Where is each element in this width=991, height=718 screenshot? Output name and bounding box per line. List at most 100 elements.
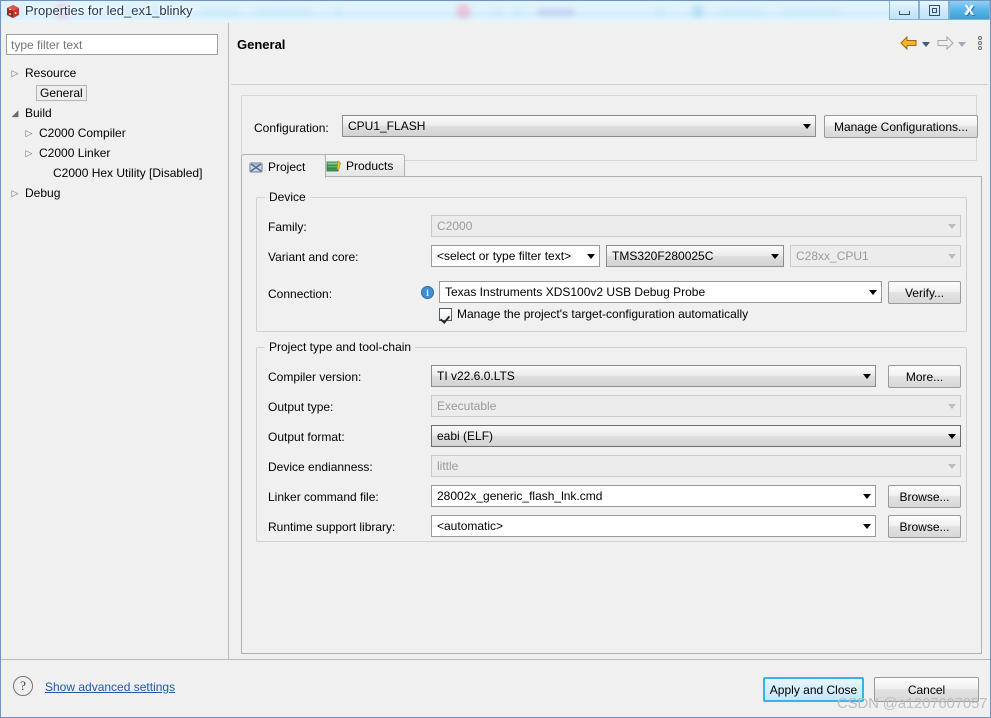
sidebar-item-label: Build bbox=[25, 106, 52, 120]
close-button[interactable]: X bbox=[949, 1, 990, 20]
page-title: General bbox=[237, 37, 286, 52]
tree-twisty-icon[interactable]: ▷ bbox=[22, 128, 36, 139]
manage-target-config-checkbox-row[interactable]: Manage the project's target-configuratio… bbox=[439, 307, 748, 321]
runtime-support-library-label: Runtime support library: bbox=[268, 520, 396, 534]
tab-project[interactable]: Project bbox=[241, 154, 326, 178]
variant-filter-value: <select or type filter text> bbox=[437, 249, 572, 263]
sidebar-item-label: General bbox=[36, 85, 87, 101]
linker-command-file-browse-button[interactable]: Browse... bbox=[888, 485, 961, 508]
sidebar-item-debug[interactable]: ▷ Debug bbox=[2, 183, 228, 203]
compiler-version-combo[interactable]: TI v22.6.0.LTS bbox=[431, 365, 876, 387]
tree-twisty-icon[interactable]: ▷ bbox=[8, 188, 22, 199]
chevron-down-icon bbox=[798, 124, 815, 129]
minimize-icon bbox=[898, 10, 910, 15]
sidebar-item-label: C2000 Compiler bbox=[39, 126, 126, 140]
back-history-caret-icon[interactable] bbox=[922, 41, 930, 47]
output-format-label: Output format: bbox=[268, 430, 345, 444]
sidebar-item-label: Debug bbox=[25, 186, 61, 200]
sidebar-item-label: C2000 Hex Utility [Disabled] bbox=[53, 166, 203, 180]
watermark: CSDN @a1207607057 bbox=[837, 695, 988, 712]
sidebar-item-c2000-compiler[interactable]: ▷ C2000 Compiler bbox=[2, 123, 228, 143]
tab-products-label: Products bbox=[346, 159, 394, 173]
tree-twisty-icon[interactable]: ▷ bbox=[8, 68, 22, 79]
variant-combo[interactable]: TMS320F280025C bbox=[606, 245, 784, 267]
variant-and-core-label: Variant and core: bbox=[268, 250, 359, 264]
output-type-label: Output type: bbox=[268, 400, 334, 414]
verify-button[interactable]: Verify... bbox=[888, 281, 961, 304]
device-group: Device Family: C2000 Variant and core: <… bbox=[256, 190, 967, 332]
variant-filter-combo[interactable]: <select or type filter text> bbox=[431, 245, 600, 267]
glass-artifact bbox=[491, 8, 503, 16]
settings-tree: ▷ Resource General ◢ Build ▷ C2000 Compiler ▷ C2… bbox=[2, 63, 228, 203]
products-books-icon bbox=[326, 160, 341, 172]
runtime-support-library-combo[interactable]: <automatic> bbox=[431, 515, 876, 537]
manage-configurations-button[interactable]: Manage Configurations... bbox=[824, 115, 978, 138]
output-format-value: eabi (ELF) bbox=[437, 429, 494, 443]
tab-products[interactable]: Products bbox=[319, 154, 405, 177]
glass-artifact bbox=[691, 5, 704, 18]
tree-twisty-icon[interactable]: ▷ bbox=[22, 148, 36, 159]
glass-artifact bbox=[254, 8, 312, 16]
button-label: Browse... bbox=[899, 489, 950, 504]
connection-combo[interactable]: Texas Instruments XDS100v2 USB Debug Pro… bbox=[439, 281, 882, 303]
button-label: Browse... bbox=[899, 519, 950, 534]
info-icon[interactable]: i bbox=[421, 286, 434, 299]
compiler-version-label: Compiler version: bbox=[268, 370, 362, 384]
help-question-icon[interactable]: ? bbox=[13, 676, 33, 696]
configuration-combo[interactable]: CPU1_FLASH bbox=[342, 115, 816, 137]
sidebar-item-resource[interactable]: ▷ Resource bbox=[2, 63, 228, 83]
output-type-combo: Executable bbox=[431, 395, 961, 417]
forward-history-caret-icon[interactable] bbox=[958, 41, 966, 47]
filter-input[interactable] bbox=[6, 34, 218, 55]
chevron-down-icon bbox=[766, 254, 783, 259]
family-combo: C2000 bbox=[431, 215, 961, 237]
runtime-support-library-value: <automatic> bbox=[437, 519, 504, 533]
forward-arrow-icon bbox=[937, 35, 954, 51]
glass-artifact bbox=[456, 4, 471, 19]
chevron-down-icon bbox=[943, 434, 960, 439]
core-value: C28xx_CPU1 bbox=[796, 249, 869, 263]
restore-icon bbox=[928, 4, 940, 16]
show-advanced-settings-link[interactable]: Show advanced settings bbox=[45, 680, 175, 694]
sidebar-item-build[interactable]: ◢ Build bbox=[2, 103, 228, 123]
chevron-down-icon bbox=[858, 494, 875, 499]
minimize-button[interactable] bbox=[889, 1, 919, 20]
verify-label: Verify... bbox=[904, 285, 945, 300]
tab-project-label: Project bbox=[268, 159, 306, 174]
chevron-down-icon bbox=[943, 404, 960, 409]
device-endianness-label: Device endianness: bbox=[268, 460, 373, 474]
glass-artifact bbox=[654, 8, 666, 16]
properties-dialog: Properties for led_ex1_blinky X ▷Resourc… bbox=[0, 0, 991, 718]
output-format-combo[interactable]: eabi (ELF) bbox=[431, 425, 961, 447]
compiler-version-more-button[interactable]: More... bbox=[888, 365, 961, 388]
glass-artifact bbox=[334, 8, 342, 16]
runtime-support-library-browse-button[interactable]: Browse... bbox=[888, 515, 961, 538]
sidebar-item-c2000-hex-utility-disabled[interactable]: C2000 Hex Utility [Disabled] bbox=[2, 163, 228, 183]
sidebar-item-general[interactable]: General bbox=[2, 83, 228, 103]
page-history-toolbar bbox=[900, 32, 982, 54]
sidebar-item-label: C2000 Linker bbox=[39, 146, 111, 160]
settings-navigation-panel: ▷ResourceGeneral◢Build▷C2000 Compiler▷C2… bbox=[2, 23, 228, 659]
family-label: Family: bbox=[268, 220, 307, 234]
header-separator bbox=[231, 84, 988, 85]
back-button[interactable] bbox=[900, 35, 918, 51]
chevron-down-icon bbox=[864, 290, 881, 295]
chevron-down-icon bbox=[943, 464, 960, 469]
tree-twisty-icon[interactable]: ◢ bbox=[8, 108, 22, 119]
manage-target-config-checkbox[interactable] bbox=[439, 307, 452, 321]
configuration-value: CPU1_FLASH bbox=[348, 119, 426, 133]
connection-label: Connection: bbox=[268, 287, 333, 301]
compiler-version-value: TI v22.6.0.LTS bbox=[437, 369, 515, 383]
glass-artifact bbox=[781, 8, 841, 16]
variant-value: TMS320F280025C bbox=[612, 249, 714, 263]
core-combo: C28xx_CPU1 bbox=[790, 245, 961, 267]
close-icon: X bbox=[964, 2, 975, 18]
properties-cube-icon bbox=[7, 5, 19, 18]
vertical-dots-menu-icon[interactable] bbox=[978, 36, 982, 50]
device-endianness-combo: little bbox=[431, 455, 961, 477]
linker-command-file-combo[interactable]: 28002x_generic_flash_lnk.cmd bbox=[431, 485, 876, 507]
forward-button[interactable] bbox=[936, 35, 954, 51]
restore-button[interactable] bbox=[919, 1, 949, 20]
title-bar[interactable]: Properties for led_ex1_blinky X bbox=[1, 1, 990, 22]
sidebar-item-c2000-linker[interactable]: ▷ C2000 Linker bbox=[2, 143, 228, 163]
